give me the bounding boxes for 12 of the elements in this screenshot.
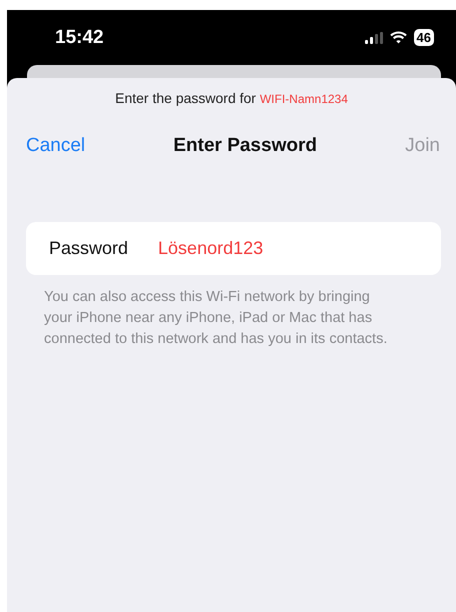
network-name: WIFI-Namn1234	[260, 92, 348, 106]
signal-icon	[364, 32, 383, 44]
battery-level: 46	[414, 29, 434, 46]
sheet-title: Enter Password	[173, 135, 317, 157]
field-label: Password	[49, 238, 128, 259]
status-time: 15:42	[55, 26, 104, 48]
cancel-button[interactable]: Cancel	[26, 135, 86, 157]
password-value: Lösenord123	[158, 238, 264, 259]
wifi-icon	[390, 31, 407, 44]
prompt-text: Enter the password for	[115, 90, 256, 106]
footer-note: You can also access this Wi-Fi network by bringing your iPhone near any iPhone, iPad or Mac that has connected to this network and has you in its contacts.	[44, 288, 388, 349]
password-field[interactable]: Password Lösenord123	[26, 222, 441, 275]
